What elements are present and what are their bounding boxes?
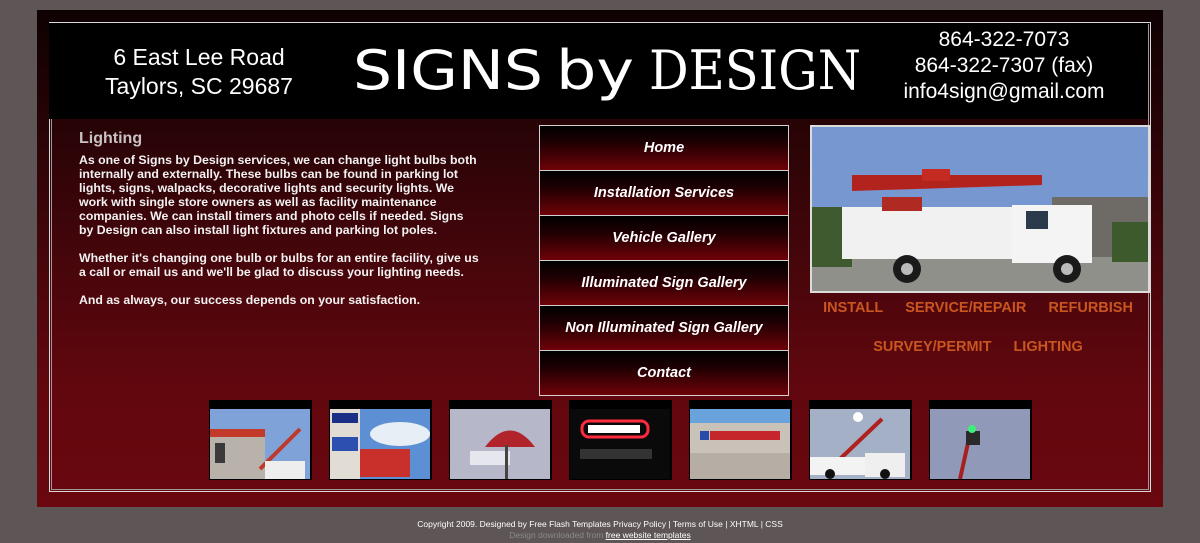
hero-image-bucket-truck	[810, 125, 1150, 293]
services-row-2: SURVEY/PERMIT LIGHTING	[810, 339, 1146, 355]
service-lighting[interactable]: LIGHTING	[1013, 339, 1082, 355]
footer-credit-text: Design downloaded from	[509, 530, 604, 540]
service-survey-permit[interactable]: SURVEY/PERMIT	[873, 339, 991, 355]
thumbnail-7[interactable]	[929, 400, 1032, 480]
page-frame: 6 East Lee Road Taylors, SC 29687 SIGNS …	[37, 10, 1163, 507]
address: 6 East Lee Road Taylors, SC 29687	[49, 43, 349, 101]
service-refurbish[interactable]: REFURBISH	[1048, 300, 1133, 316]
paragraph-2: Whether it's changing one bulb or bulbs …	[79, 251, 479, 279]
nav-non-illuminated-sign-gallery[interactable]: Non Illuminated Sign Gallery	[539, 306, 789, 351]
thumbnail-6[interactable]	[809, 400, 912, 480]
service-install[interactable]: INSTALL	[823, 300, 883, 316]
footer-credit-link[interactable]: free website templates	[606, 530, 691, 540]
fax-number: 864-322-7307 (fax)	[914, 54, 1094, 77]
site-header: 6 East Lee Road Taylors, SC 29687 SIGNS …	[49, 23, 1148, 119]
paragraph-3: And as always, our success depends on yo…	[79, 293, 421, 307]
services-list: INSTALL SERVICE/REPAIR REFURBISH SURVEY/…	[810, 300, 1146, 378]
address-line-1: 6 East Lee Road	[113, 44, 285, 70]
nav-installation-services[interactable]: Installation Services	[539, 171, 789, 216]
service-service-repair[interactable]: SERVICE/REPAIR	[905, 300, 1026, 316]
footer-credit: Design downloaded from free website temp…	[0, 530, 1200, 541]
nav-vehicle-gallery[interactable]: Vehicle Gallery	[539, 216, 789, 261]
footer-copyright: Copyright 2009. Designed by Free Flash T…	[417, 519, 783, 529]
phone-number[interactable]: 864-322-7073	[869, 27, 1139, 53]
main-nav: Home Installation Services Vehicle Galle…	[539, 125, 789, 396]
page-heading: Lighting	[79, 130, 143, 147]
paragraph-1: As one of Signs by Design services, we c…	[79, 153, 477, 237]
thumbnail-4[interactable]	[569, 400, 672, 480]
address-line-2: Taylors, SC 29687	[105, 73, 293, 99]
thumbnail-strip	[209, 400, 1049, 480]
footer: Copyright 2009. Designed by Free Flash T…	[0, 519, 1200, 541]
site-logo[interactable]: SIGNS by DESIGN	[349, 35, 869, 105]
services-row-1: INSTALL SERVICE/REPAIR REFURBISH	[810, 300, 1146, 316]
nav-contact[interactable]: Contact	[539, 351, 789, 396]
thumbnail-1[interactable]	[209, 400, 312, 480]
logo-design-text: DESIGN	[649, 39, 861, 102]
thumbnail-2[interactable]	[329, 400, 432, 480]
email-address[interactable]: info4sign@gmail.com	[869, 79, 1139, 105]
thumbnail-5[interactable]	[689, 400, 792, 480]
nav-illuminated-sign-gallery[interactable]: Illuminated Sign Gallery	[539, 261, 789, 306]
logo-by-text: by	[556, 39, 634, 102]
nav-home[interactable]: Home	[539, 125, 789, 171]
thumbnail-3[interactable]	[449, 400, 552, 480]
main-content: Lighting As one of Signs by Design servi…	[79, 130, 479, 321]
contact-info: 864-322-7073 864-322-7307 (fax) info4sig…	[869, 27, 1139, 105]
logo-signs-text: SIGNS	[353, 39, 543, 102]
